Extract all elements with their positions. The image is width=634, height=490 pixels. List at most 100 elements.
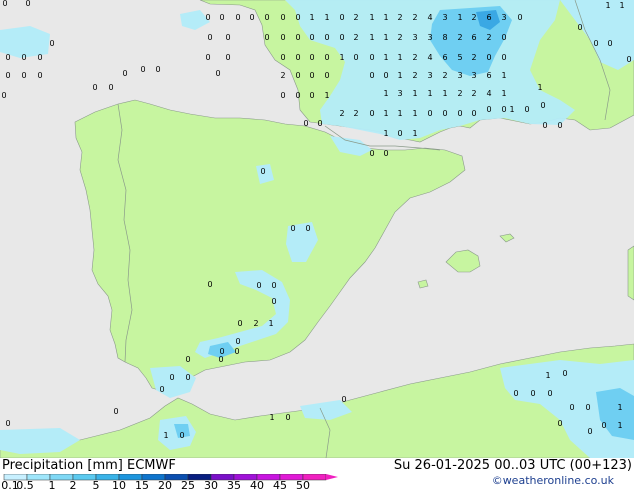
grid-value: 0 xyxy=(341,395,346,404)
grid-value: 3 xyxy=(501,13,506,22)
grid-value: 1 xyxy=(442,89,447,98)
grid-value: 0 xyxy=(5,53,10,62)
grid-value: 2 xyxy=(397,33,402,42)
grid-value: 0 xyxy=(108,83,113,92)
grid-value: 2 xyxy=(353,109,358,118)
grid-value: 0 xyxy=(601,421,606,430)
grid-value: 1 xyxy=(537,83,542,92)
grid-value: 0 xyxy=(21,53,26,62)
grid-value: 1 xyxy=(605,1,610,10)
grid-value: 0 xyxy=(264,13,269,22)
legend-tick-label: 5 xyxy=(93,479,100,490)
grid-value: 0 xyxy=(92,83,97,92)
legend-tick-label: 10 xyxy=(112,479,126,490)
grid-value: 0 xyxy=(237,319,242,328)
grid-value: 0 xyxy=(626,55,631,64)
grid-value: 1 xyxy=(545,371,550,380)
grid-value: 0 xyxy=(1,91,6,100)
grid-value: 0 xyxy=(280,91,285,100)
grid-value: 0 xyxy=(427,109,432,118)
grid-value: 0 xyxy=(256,281,261,290)
grid-value: 0 xyxy=(607,39,612,48)
grid-value: 0 xyxy=(471,109,476,118)
grid-value: 0 xyxy=(324,33,329,42)
grid-value: 2 xyxy=(457,33,462,42)
grid-value: 4 xyxy=(427,53,432,62)
grid-value: 0 xyxy=(235,13,240,22)
grid-value: 0 xyxy=(309,53,314,62)
grid-value: 1 xyxy=(339,53,344,62)
precipitation-map: 0000000011021122431263001100000021123382… xyxy=(0,0,634,458)
grid-value: 3 xyxy=(412,33,417,42)
grid-value: 0 xyxy=(260,167,265,176)
grid-value: 0 xyxy=(207,280,212,289)
grid-value: 0 xyxy=(159,385,164,394)
legend-tick-label: 25 xyxy=(181,479,195,490)
grid-value: 0 xyxy=(185,373,190,382)
legend-tick-label: 15 xyxy=(135,479,149,490)
grid-value: 2 xyxy=(353,33,358,42)
grid-value: 0 xyxy=(309,91,314,100)
grid-value: 1 xyxy=(383,109,388,118)
grid-value: 1 xyxy=(309,13,314,22)
grid-value: 3 xyxy=(427,33,432,42)
legend-model: ECMWF xyxy=(127,458,176,473)
grid-value: 0 xyxy=(324,53,329,62)
grid-value: 8 xyxy=(442,33,447,42)
grid-value: 1 xyxy=(457,13,462,22)
grid-value: 0 xyxy=(234,347,239,356)
grid-value: 0 xyxy=(295,53,300,62)
grid-value: 0 xyxy=(5,71,10,80)
grid-value: 0 xyxy=(295,13,300,22)
grid-value: 0 xyxy=(225,53,230,62)
grid-value: 3 xyxy=(427,71,432,80)
legend-tick-label: 40 xyxy=(250,479,264,490)
grid-value: 0 xyxy=(530,389,535,398)
grid-value: 0 xyxy=(290,224,295,233)
grid-value: 0 xyxy=(557,419,562,428)
grid-value: 0 xyxy=(309,71,314,80)
grid-value: 1 xyxy=(619,1,624,10)
grid-value: 2 xyxy=(471,89,476,98)
credit-link[interactable]: ©weatheronline.co.uk xyxy=(492,474,614,487)
grid-value: 1 xyxy=(617,421,622,430)
grid-value: 2 xyxy=(486,33,491,42)
grid-value: 0 xyxy=(264,33,269,42)
grid-value: 2 xyxy=(412,53,417,62)
grid-value: 1 xyxy=(397,109,402,118)
grid-value: 0 xyxy=(207,33,212,42)
grid-value: 0 xyxy=(577,23,582,32)
grid-value: 1 xyxy=(369,33,374,42)
grid-value: 0 xyxy=(185,355,190,364)
grid-value: 6 xyxy=(486,71,491,80)
grid-value: 2 xyxy=(457,89,462,98)
legend-bar: Precipitation [mm] ECMWF Su 26-01-2025 0… xyxy=(0,458,634,490)
grid-value: 1 xyxy=(163,431,168,440)
grid-value: 2 xyxy=(412,13,417,22)
grid-value: 0 xyxy=(37,71,42,80)
legend-precip-title: Precipitation [mm] xyxy=(2,458,123,473)
legend-arrow xyxy=(326,474,338,480)
grid-value: 1 xyxy=(397,71,402,80)
grid-value: 0 xyxy=(339,13,344,22)
grid-value: 0 xyxy=(249,13,254,22)
grid-value: 4 xyxy=(427,13,432,22)
grid-value: 3 xyxy=(471,71,476,80)
grid-value: 2 xyxy=(442,71,447,80)
grid-value: 0 xyxy=(593,39,598,48)
legend-tick-label: 35 xyxy=(227,479,241,490)
grid-value: 0 xyxy=(218,355,223,364)
grid-value: 1 xyxy=(427,89,432,98)
legend-tick-label: 1 xyxy=(49,479,56,490)
grid-value: 1 xyxy=(369,13,374,22)
grid-value: 0 xyxy=(219,13,224,22)
grid-value: 3 xyxy=(457,71,462,80)
grid-value: 6 xyxy=(442,53,447,62)
grid-value: 0 xyxy=(271,281,276,290)
grid-value: 2 xyxy=(412,71,417,80)
grid-value: 0 xyxy=(205,13,210,22)
grid-value: 0 xyxy=(585,403,590,412)
grid-value: 0 xyxy=(280,33,285,42)
legend-title: Precipitation [mm] ECMWF xyxy=(2,458,176,473)
grid-value: 0 xyxy=(383,149,388,158)
